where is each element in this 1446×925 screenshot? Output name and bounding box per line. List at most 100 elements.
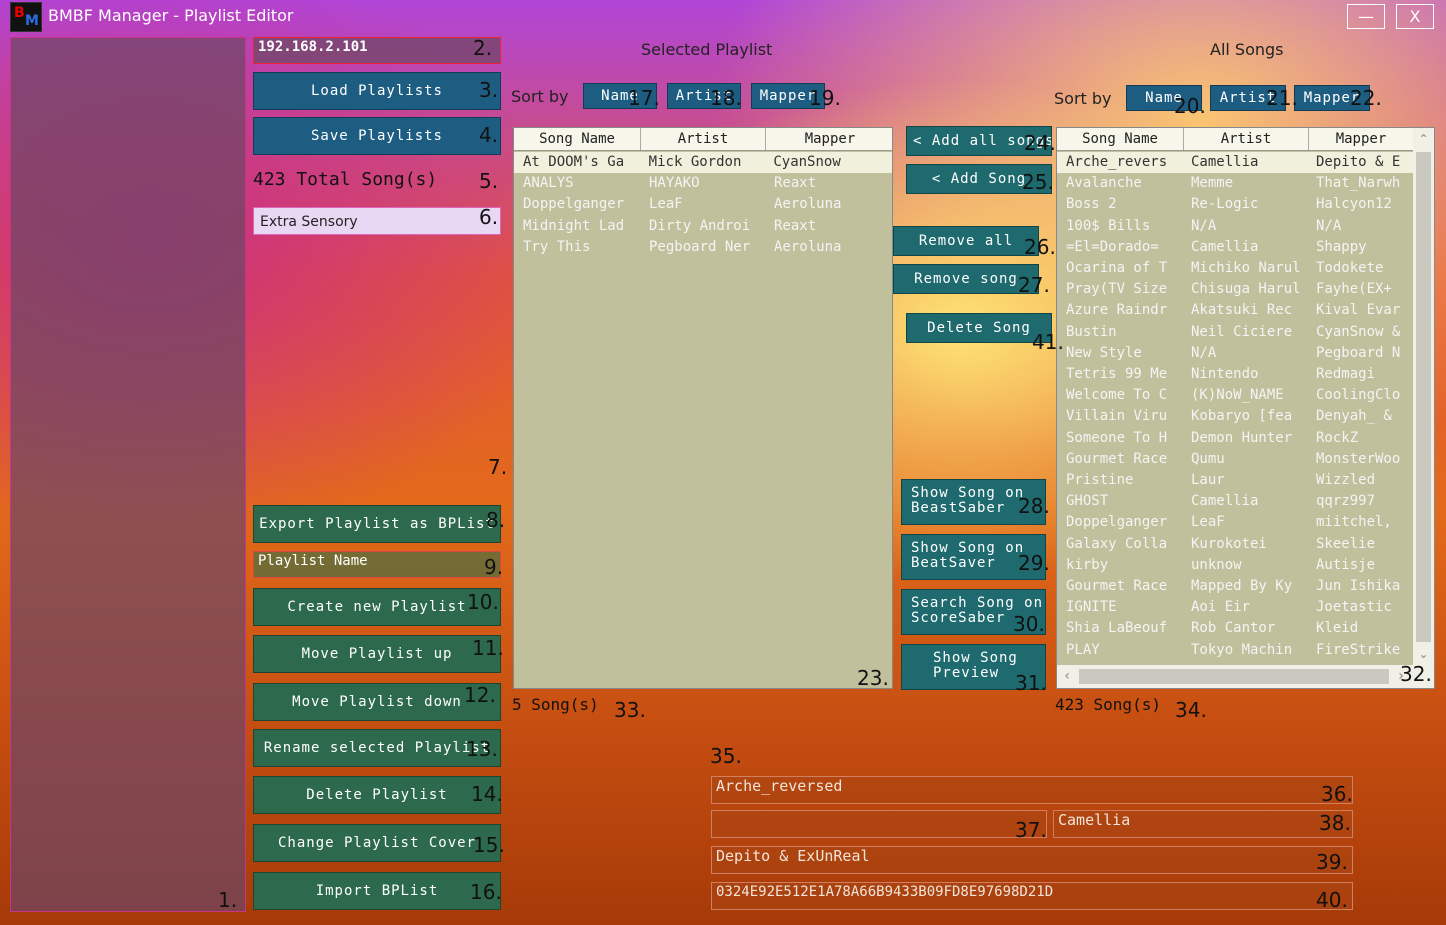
table-row[interactable]: Galaxy Colla Kurokotei Skeelie [1057, 534, 1413, 555]
playlist-name-input[interactable]: Playlist Name [253, 551, 501, 578]
create-playlist-button[interactable]: Create new Playlist [253, 588, 501, 626]
horizontal-scrollbar[interactable]: ‹ › [1057, 665, 1434, 688]
table-cell: CoolingClo [1316, 387, 1401, 404]
import-bplist-button[interactable]: Import BPList [253, 872, 501, 910]
table-row[interactable]: Arche_revers Camellia Depito & E [1057, 152, 1413, 173]
table-row[interactable]: Someone To H Demon Hunter RockZ [1057, 428, 1413, 449]
change-cover-button[interactable]: Change Playlist Cover [253, 824, 501, 862]
all-sort-label: Sort by [1054, 89, 1112, 108]
load-playlists-button[interactable]: Load Playlists [253, 72, 501, 110]
playlist-list[interactable] [10, 37, 246, 912]
table-row[interactable]: PLAY Tokyo Machin FireStrike [1057, 640, 1413, 661]
column-header[interactable]: Mapper [766, 128, 892, 150]
table-cell: kirby [1066, 556, 1109, 573]
table-row[interactable]: Gourmet Race Mapped By Ky Jun Ishika [1057, 576, 1413, 597]
marker-label: 10. [467, 590, 499, 614]
song-name-field[interactable]: Arche_reversed [711, 776, 1353, 804]
table-row[interactable]: New Style N/A Pegboard N [1057, 343, 1413, 364]
scrollbar-thumb[interactable] [1079, 669, 1389, 684]
table-cell: Shappy [1316, 238, 1367, 255]
button-line: Show Song [933, 650, 1018, 666]
table-cell: Skeelie [1316, 535, 1376, 552]
table-row[interactable]: Doppelganger LeaF miitchel, [1057, 512, 1413, 533]
table-cell: Avalanche [1066, 175, 1142, 192]
song-artist-field[interactable]: Camellia [1053, 810, 1353, 838]
table-row[interactable]: 100$ Bills N/A N/A [1057, 216, 1413, 237]
column-header[interactable]: Song Name [1057, 128, 1184, 150]
table-cell: LeaF [649, 196, 683, 213]
song-mapper-field[interactable]: Depito & ExUnReal [711, 846, 1353, 874]
table-row[interactable]: Avalanche Memme That_Narwh [1057, 173, 1413, 194]
table-row[interactable]: Try This Pegboard Ner Aeroluna [514, 237, 892, 258]
selected-playlist-header: Selected Playlist [641, 40, 773, 59]
table-cell: CyanSnow [773, 154, 841, 170]
table-cell: Tetris 99 Me [1066, 366, 1168, 382]
table-row[interactable]: Midnight Lad Dirty Androi Reaxt [514, 216, 892, 237]
table-row[interactable]: At DOOM's Ga Mick Gordon CyanSnow [514, 152, 892, 173]
table-row[interactable]: Pray(TV Size Chisuga Harul Fayhe(EX+ [1057, 279, 1413, 300]
table-row[interactable]: Welcome To C (K)NoW_NAME CoolingClo [1057, 385, 1413, 406]
scroll-up-icon[interactable]: ⌃ [1413, 128, 1434, 150]
table-cell: Joetastic [1316, 599, 1392, 616]
delete-song-button[interactable]: Delete Song [906, 313, 1052, 343]
ip-address-input[interactable]: 192.168.2.101 [253, 37, 501, 64]
marker-label: 15. [473, 833, 505, 857]
table-cell: Gourmet Race [1066, 450, 1168, 467]
marker-label: 35. [710, 744, 742, 768]
column-header[interactable]: Artist [641, 128, 766, 150]
table-row[interactable]: Shia LaBeouf Rob Cantor Kleid [1057, 618, 1413, 639]
table-row[interactable]: Tetris 99 Me Nintendo Redmagi [1057, 364, 1413, 385]
column-header[interactable]: Song Name [514, 128, 641, 150]
table-cell: RockZ [1316, 429, 1359, 446]
table-cell: N/A [1191, 217, 1217, 234]
marker-label: 19. [809, 86, 841, 110]
marker-label: 22. [1350, 86, 1382, 110]
table-row[interactable]: =El=Dorado= Camellia Shappy [1057, 237, 1413, 258]
marker-label: 26. [1024, 235, 1056, 259]
scrollbar-thumb[interactable] [1416, 152, 1431, 642]
column-header[interactable]: Artist [1184, 128, 1309, 150]
delete-playlist-button[interactable]: Delete Playlist [253, 776, 501, 814]
table-cell: Chisuga Harul [1191, 281, 1301, 298]
table-row[interactable]: Ocarina of T Michiko Narul Todokete [1057, 258, 1413, 279]
table-row[interactable]: Azure Raindr Akatsuki Rec Kival Evar [1057, 300, 1413, 321]
table-row[interactable]: Bustin Neil Ciciere CyanSnow & [1057, 322, 1413, 343]
song-subname-field[interactable] [711, 810, 1047, 838]
save-playlists-button[interactable]: Save Playlists [253, 117, 501, 155]
table-row[interactable]: kirby unknow Autisje [1057, 555, 1413, 576]
table-row[interactable]: Boss 2 Re-Logic Halcyon12 [1057, 194, 1413, 215]
selected-playlist-table[interactable]: Song Name Artist Mapper At DOOM's Ga Mick… [513, 127, 893, 689]
table-row[interactable]: ANALYS HAYAKO Reaxt [514, 173, 892, 194]
export-bplist-button[interactable]: Export Playlist as BPList [253, 505, 501, 543]
vertical-scrollbar[interactable]: ⌃ ⌄ [1413, 128, 1434, 665]
table-cell: unknow [1191, 556, 1242, 573]
table-cell: Dirty Androi [649, 217, 751, 234]
table-cell: Reaxt [774, 175, 817, 192]
table-row[interactable]: GHOST Camellia qqrz997 [1057, 491, 1413, 512]
table-cell: Fayhe(EX+ [1316, 281, 1392, 298]
window-title: BMBF Manager - Playlist Editor [48, 6, 294, 25]
table-cell: (K)NoW_NAME [1191, 387, 1284, 404]
table-row[interactable]: Pristine Laur Wizzled [1057, 470, 1413, 491]
marker-label: 40. [1316, 888, 1348, 912]
table-row[interactable]: Villain Viru Kobaryo [fea Denyah_ & [1057, 406, 1413, 427]
move-playlist-up-button[interactable]: Move Playlist up [253, 635, 501, 673]
close-button[interactable]: X [1396, 4, 1434, 29]
song-hash-field[interactable]: 0324E92E512E1A78A66B9433B09FD8E97698D21D [711, 882, 1353, 910]
remove-all-button[interactable]: Remove all [893, 226, 1039, 256]
table-cell: Denyah_ & [1316, 408, 1392, 425]
table-cell: Kobaryo [fea [1191, 408, 1293, 425]
column-header[interactable]: Mapper [1309, 128, 1413, 150]
rename-playlist-button[interactable]: Rename selected Playlist [253, 729, 501, 767]
all-songs-table[interactable]: Song Name Artist Mapper Arche_revers Came… [1056, 127, 1435, 689]
marker-label: 8. [486, 508, 506, 532]
minimize-button[interactable]: — [1347, 4, 1385, 29]
table-cell: Kurokotei [1191, 535, 1267, 552]
playlist-select[interactable]: Extra Sensory [253, 207, 501, 235]
table-cell: Michiko Narul [1191, 260, 1301, 276]
table-cell: Reaxt [774, 217, 817, 234]
table-row[interactable]: Doppelganger LeaF Aeroluna [514, 194, 892, 215]
scroll-left-icon[interactable]: ‹ [1057, 665, 1077, 688]
table-row[interactable]: IGNITE Aoi Eir Joetastic [1057, 597, 1413, 618]
table-row[interactable]: Gourmet Race Qumu MonsterWoo [1057, 449, 1413, 470]
